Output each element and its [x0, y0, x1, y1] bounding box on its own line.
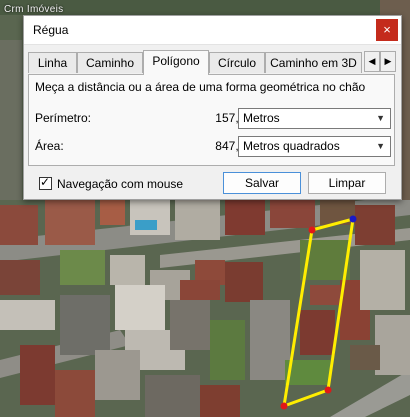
navigation-checkbox-label: Navegação com mouse [57, 177, 184, 191]
close-button[interactable]: × [376, 19, 398, 41]
tab-circulo[interactable]: Círculo [209, 52, 265, 73]
tab-scroll-right-button[interactable]: ▶ [380, 51, 396, 72]
tab-caminho-3d[interactable]: Caminho em 3D [265, 52, 362, 73]
navigation-checkbox[interactable]: ✓ [39, 175, 52, 190]
area-label: Área: [35, 139, 64, 153]
area-unit-select[interactable]: Metros quadrados ▼ [238, 136, 391, 157]
tab-linha[interactable]: Linha [28, 52, 77, 73]
chevron-down-icon: ▼ [376, 113, 385, 123]
area-unit-value: Metros quadrados [243, 139, 340, 153]
save-button[interactable]: Salvar [223, 172, 301, 194]
close-icon: × [383, 22, 391, 37]
perimeter-label: Perímetro: [35, 111, 92, 125]
chevron-left-icon: ◀ [368, 56, 376, 66]
perimeter-unit-value: Metros [243, 111, 280, 125]
polygon-panel: Meça a distância ou a área de uma forma … [28, 74, 395, 166]
tab-scroll-left-button[interactable]: ◀ [364, 51, 380, 72]
dialog-titlebar[interactable]: Régua × [24, 16, 401, 45]
clear-button[interactable]: Limpar [308, 172, 386, 194]
checkmark-icon: ✓ [40, 175, 51, 189]
tab-caminho[interactable]: Caminho [77, 52, 143, 73]
chevron-right-icon: ▶ [384, 56, 392, 66]
dialog-title: Régua [33, 23, 69, 37]
map-watermark: Crm Imóveis [4, 4, 64, 15]
tab-bar: Linha Caminho Polígono Círculo Caminho e… [28, 50, 396, 75]
navigation-checkbox-row[interactable]: ✓ Navegação com mouse [39, 175, 184, 191]
chevron-down-icon: ▼ [376, 141, 385, 151]
tab-poligono[interactable]: Polígono [143, 50, 209, 75]
perimeter-unit-select[interactable]: Metros ▼ [238, 108, 391, 129]
ruler-dialog: Régua × Linha Caminho Polígono Círculo C… [23, 15, 402, 200]
panel-description: Meça a distância ou a área de uma forma … [35, 80, 366, 94]
